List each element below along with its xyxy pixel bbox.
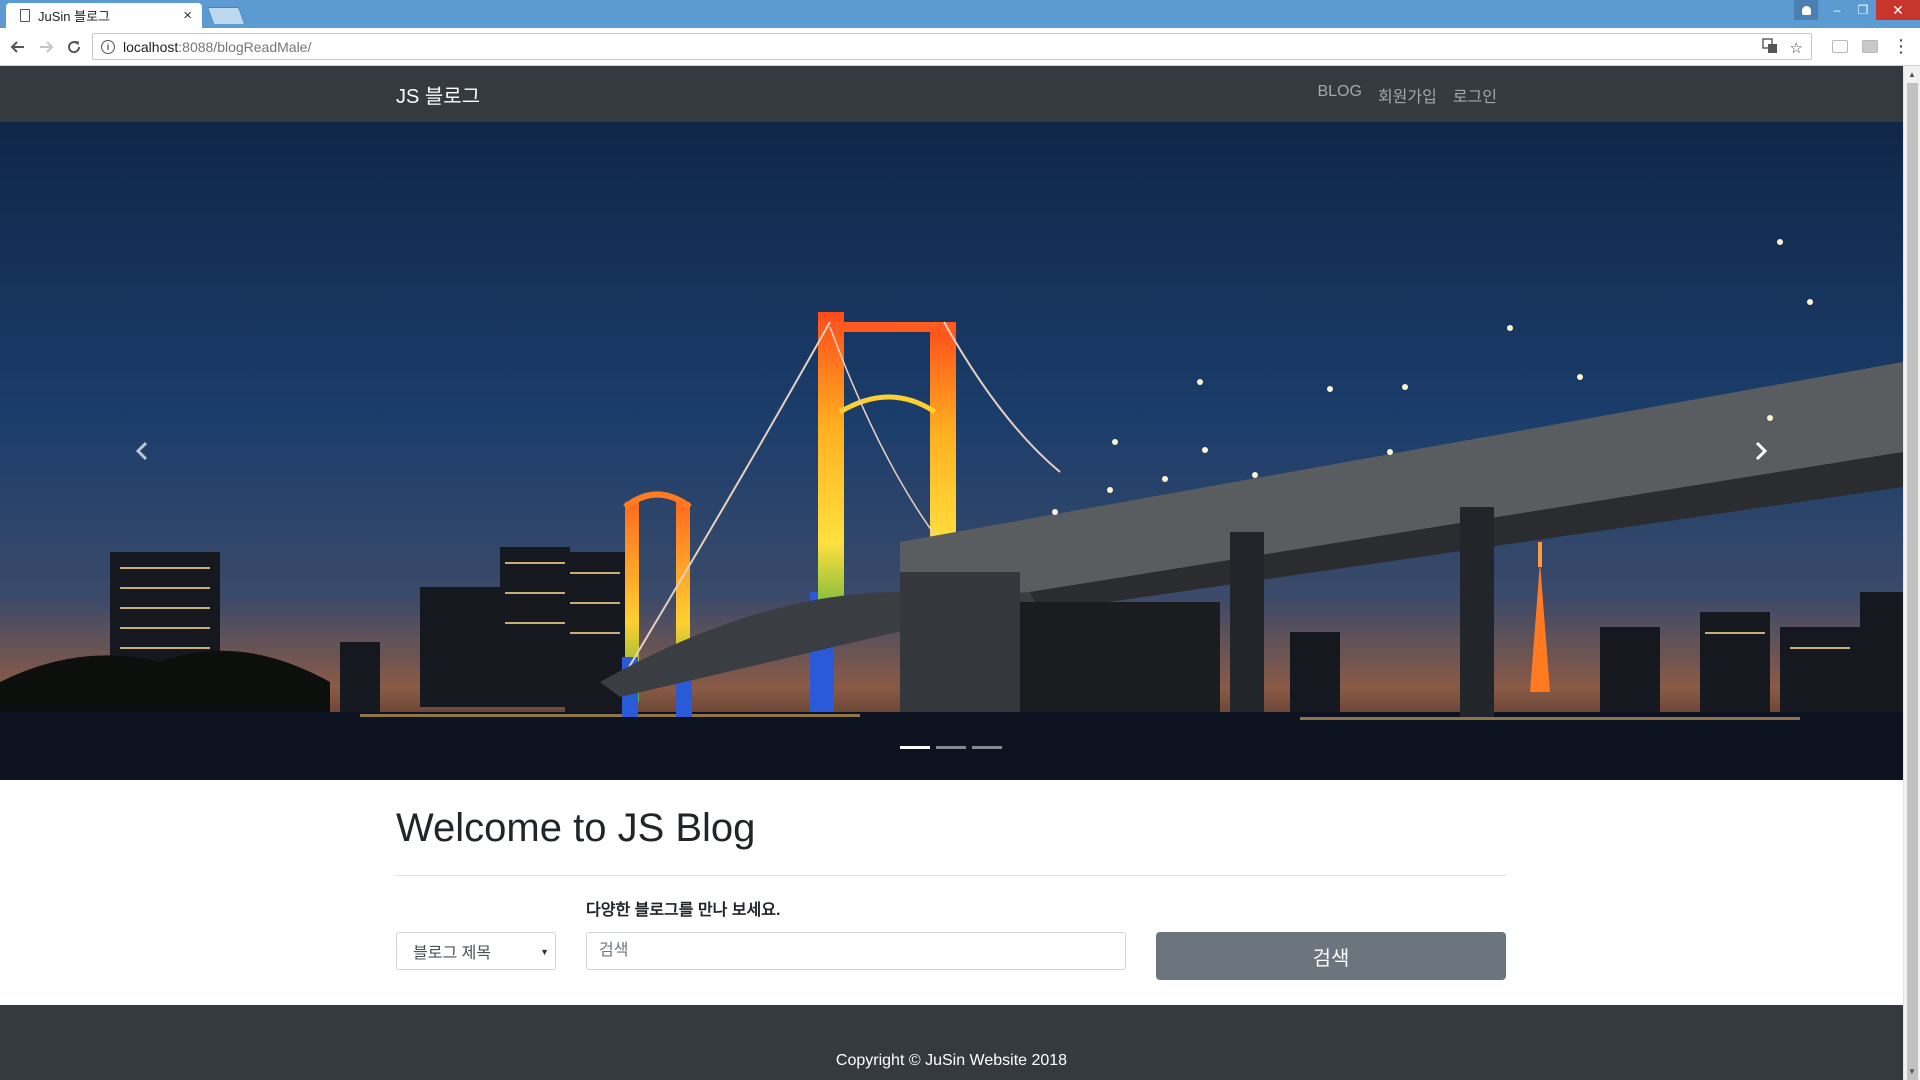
minimize-button[interactable]: – bbox=[1824, 0, 1850, 20]
carousel-next-button[interactable] bbox=[1618, 122, 1903, 780]
copyright-text: Copyright © JuSin Website 2018 bbox=[835, 1052, 1068, 1069]
nav-link-blog[interactable]: BLOG bbox=[1317, 83, 1361, 107]
back-icon[interactable] bbox=[4, 33, 32, 61]
search-button[interactable]: 검색 bbox=[1156, 932, 1506, 980]
site-footer: Copyright © JuSin Website 2018 bbox=[0, 1005, 1903, 1080]
bookmark-star-icon[interactable]: ☆ bbox=[1790, 39, 1803, 57]
chevron-right-icon bbox=[1756, 441, 1768, 461]
search-description: 다양한 블로그를 만나 보세요. bbox=[586, 902, 781, 919]
browser-toolbar: i localhost:8088/blogReadMale/ ☆ ⋮ bbox=[0, 28, 1920, 66]
carousel-indicator[interactable] bbox=[900, 746, 930, 749]
tab-strip: JuSin 블로그 × – ❐ ✕ bbox=[0, 0, 1920, 28]
scrollbar-thumb[interactable] bbox=[1907, 83, 1918, 1080]
reload-icon[interactable] bbox=[60, 33, 88, 61]
nav-link-login[interactable]: 로그인 bbox=[1453, 83, 1497, 107]
address-bar[interactable]: i localhost:8088/blogReadMale/ ☆ bbox=[92, 33, 1812, 60]
page-icon bbox=[20, 9, 30, 22]
url-host: localhost bbox=[123, 38, 179, 55]
window-controls: – ❐ ✕ bbox=[1794, 0, 1920, 20]
search-type-select[interactable]: 블로그 제목 ▼ bbox=[396, 932, 556, 970]
search-type-value: 블로그 제목 bbox=[413, 945, 492, 962]
browser-menu-icon[interactable]: ⋮ bbox=[1892, 37, 1910, 55]
restore-button[interactable]: ❐ bbox=[1850, 0, 1876, 20]
extension-icons: ⋮ bbox=[1832, 37, 1910, 55]
extension-icon[interactable] bbox=[1862, 39, 1878, 53]
hero-carousel bbox=[0, 122, 1903, 780]
info-icon[interactable]: i bbox=[101, 39, 115, 54]
search-input[interactable] bbox=[586, 932, 1126, 970]
site-navbar: JS 블로그 BLOG 회원가입 로그인 bbox=[0, 66, 1903, 122]
close-window-button[interactable]: ✕ bbox=[1876, 0, 1920, 20]
vertical-scrollbar[interactable]: ▲ ▼ bbox=[1903, 66, 1920, 1080]
browser-window: JuSin 블로그 × – ❐ ✕ i localhost:8088/blogR… bbox=[0, 0, 1920, 1080]
page-viewport: JS 블로그 BLOG 회원가입 로그인 Welcome to JS Blog … bbox=[0, 66, 1903, 1080]
carousel-indicator[interactable] bbox=[936, 746, 966, 749]
forward-icon[interactable] bbox=[32, 33, 60, 61]
tab-close-icon[interactable]: × bbox=[183, 8, 192, 23]
dropdown-arrow-icon: ▼ bbox=[540, 947, 549, 957]
new-tab-button[interactable] bbox=[206, 7, 246, 24]
profile-icon[interactable] bbox=[1794, 0, 1818, 20]
carousel-indicators bbox=[900, 746, 1002, 749]
extension-icon[interactable] bbox=[1832, 39, 1848, 53]
page-title: Welcome to JS Blog bbox=[396, 806, 756, 850]
navbar-links: BLOG 회원가입 로그인 bbox=[1317, 83, 1497, 107]
carousel-indicator[interactable] bbox=[972, 746, 1002, 749]
url-path: :8088/blogReadMale/ bbox=[178, 38, 312, 55]
chevron-left-icon bbox=[135, 441, 147, 461]
translate-icon[interactable] bbox=[1761, 38, 1778, 58]
scroll-up-arrow-icon[interactable]: ▲ bbox=[1908, 70, 1916, 79]
browser-tab-active[interactable]: JuSin 블로그 × bbox=[6, 3, 202, 28]
carousel-prev-button[interactable] bbox=[0, 122, 285, 780]
tab-title: JuSin 블로그 bbox=[38, 9, 111, 24]
navbar-brand[interactable]: JS 블로그 bbox=[396, 80, 480, 109]
nav-link-signup[interactable]: 회원가입 bbox=[1378, 83, 1437, 107]
scroll-down-arrow-icon[interactable]: ▼ bbox=[1908, 1067, 1916, 1076]
divider bbox=[396, 875, 1506, 876]
